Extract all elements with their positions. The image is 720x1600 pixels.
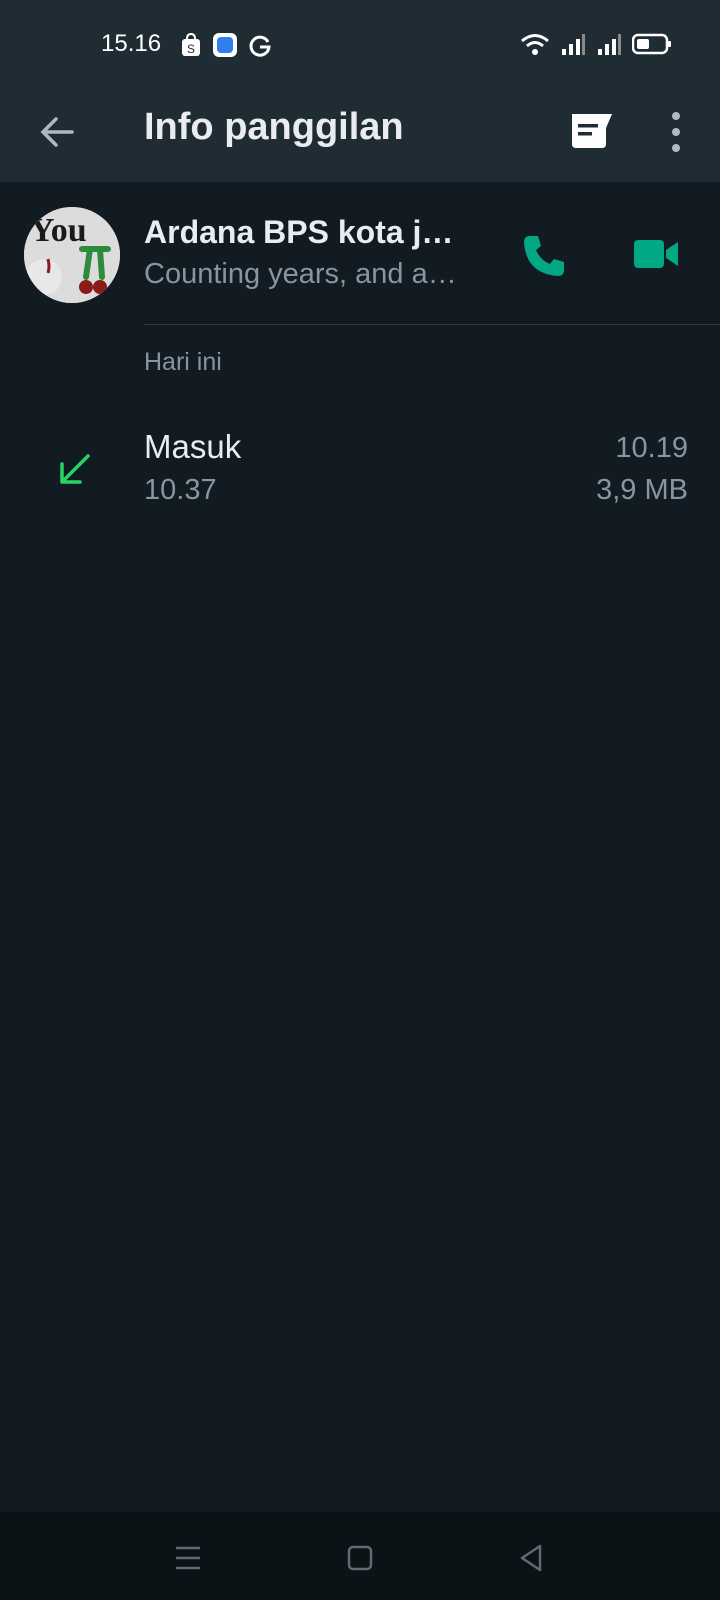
call-timestamp: 10.19 [615, 432, 688, 464]
signal-icon [598, 34, 621, 55]
app-icon [213, 33, 237, 57]
google-icon [249, 35, 271, 57]
message-icon[interactable] [568, 110, 616, 154]
page-title: Info panggilan [144, 106, 404, 148]
incoming-arrow-icon [60, 454, 90, 484]
avatar-image: You [24, 207, 120, 303]
more-vertical-icon[interactable] [660, 106, 692, 158]
menu-icon[interactable] [170, 1540, 206, 1576]
divider [144, 324, 720, 325]
signal-icon [562, 34, 585, 55]
video-icon[interactable] [632, 234, 680, 274]
navigation-bar [0, 1512, 720, 1600]
home-icon[interactable] [342, 1540, 378, 1576]
app-bar: Info panggilan [0, 90, 720, 182]
svg-text:You: You [30, 212, 87, 249]
status-icons-right [520, 32, 672, 56]
status-time: 15.16 [101, 30, 162, 57]
shopee-icon: S [182, 32, 200, 56]
section-header: Hari ini [144, 348, 222, 376]
wifi-icon [521, 34, 549, 55]
status-icons-left: S [180, 32, 272, 58]
contact-status: Counting years, and a… [144, 258, 457, 290]
avatar[interactable]: You [24, 207, 120, 303]
status-bar: 15.16 S [0, 0, 720, 90]
contact-row[interactable]: You Ardana BPS kota j… Counting years, a… [0, 182, 720, 327]
arrow-left-icon[interactable] [36, 110, 80, 154]
call-entry: Masuk 10.37 10.19 3,9 MB [0, 420, 720, 520]
call-type: Masuk [144, 428, 242, 465]
contact-name: Ardana BPS kota j… [144, 214, 454, 250]
back-triangle-icon[interactable] [514, 1540, 550, 1576]
call-time: 10.37 [144, 474, 217, 506]
svg-text:S: S [187, 42, 195, 56]
call-data-size: 3,9 MB [596, 474, 688, 506]
phone-icon[interactable] [520, 232, 568, 280]
battery-icon [632, 33, 671, 55]
